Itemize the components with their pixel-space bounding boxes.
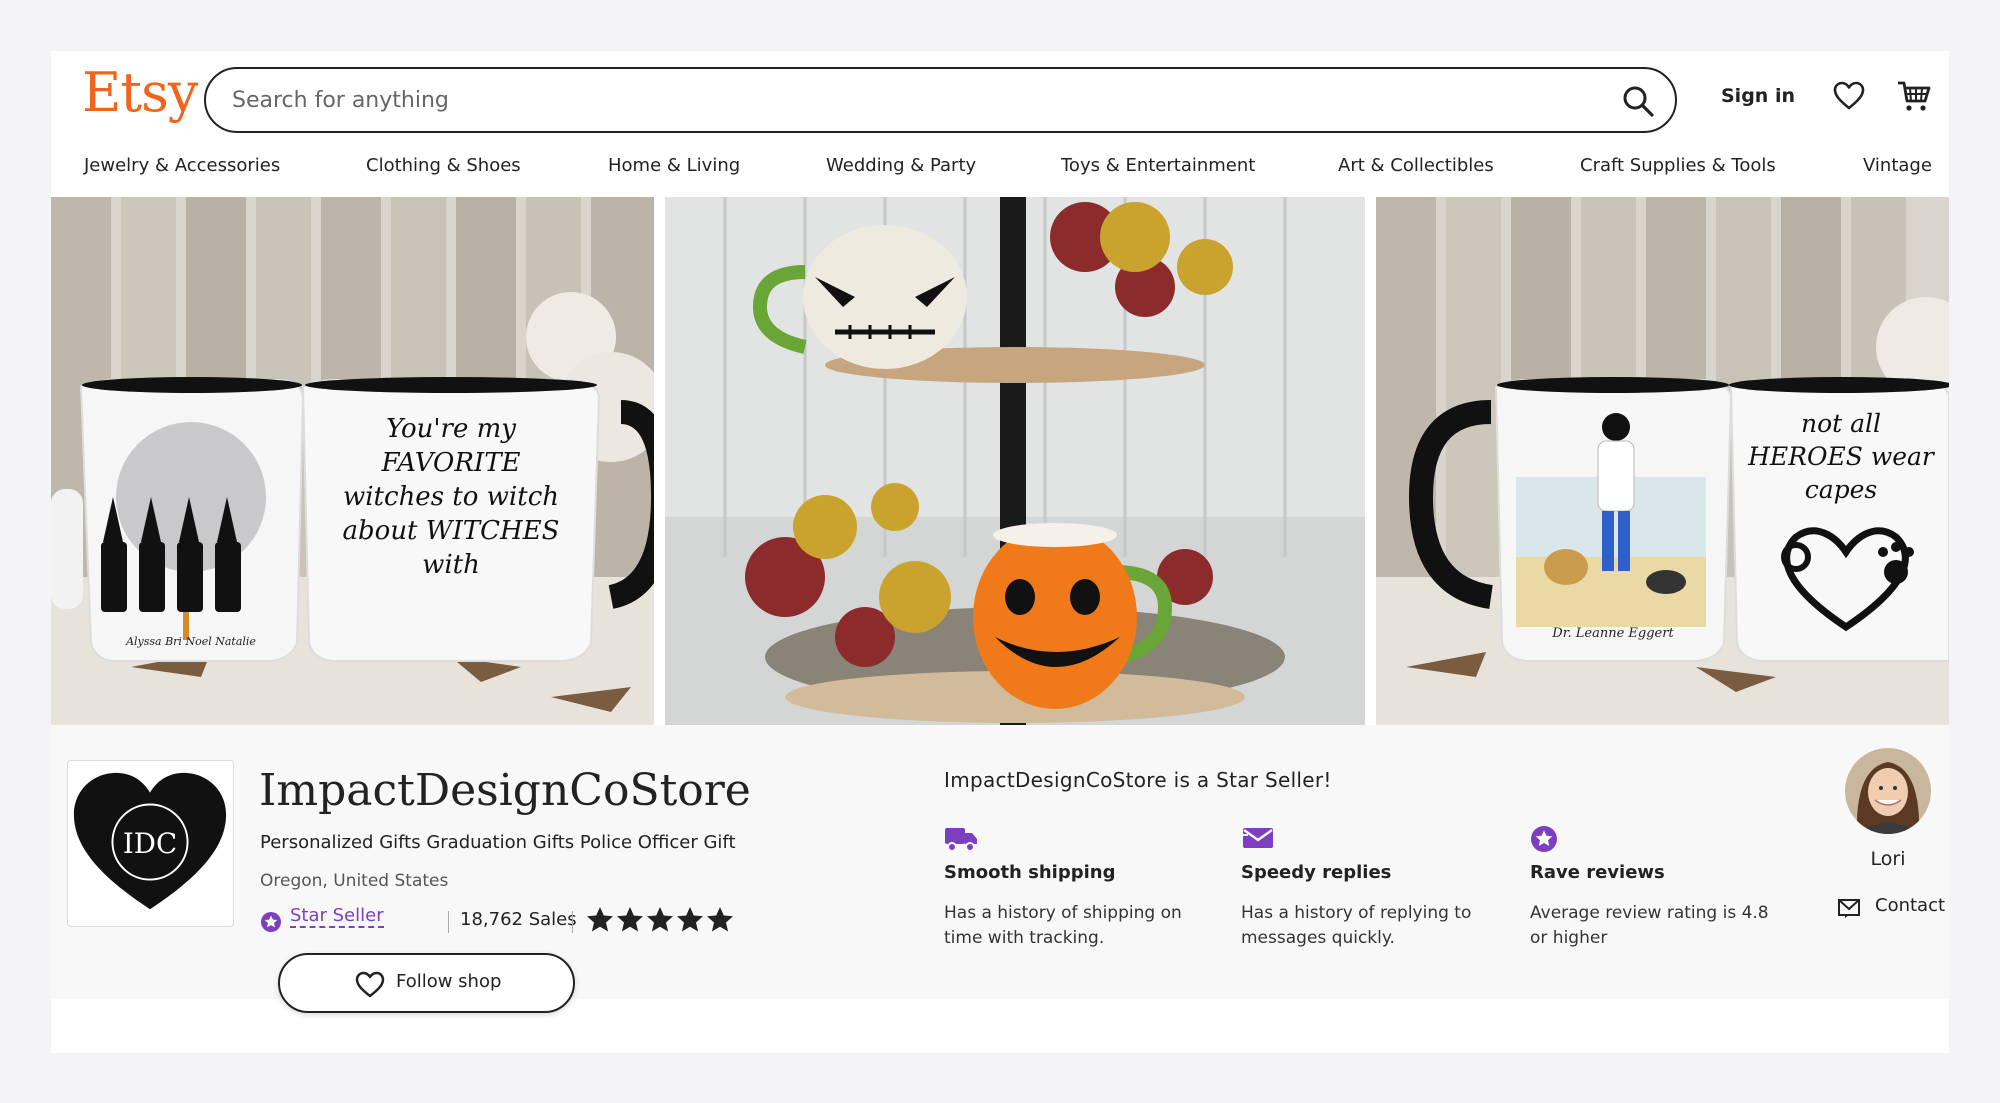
nav-item-jewelry[interactable]: Jewelry & Accessories — [84, 155, 280, 176]
truck-icon — [945, 828, 977, 852]
follow-shop-button[interactable]: Follow shop — [278, 953, 575, 1013]
mug-quote-text: You're my FAVORITE witches to witch abou… — [342, 414, 560, 580]
cart-icon[interactable] — [1896, 79, 1932, 113]
shop-info-section: IDC ImpactDesignCoStore Personalized Gif… — [51, 725, 1949, 1013]
shop-owner-avatar[interactable] — [1845, 748, 1931, 834]
mug-doctor-name-text: Dr. Leanne Eggert — [1551, 626, 1674, 641]
envelope-icon — [1838, 899, 1860, 918]
star-seller-badge-icon — [261, 912, 281, 932]
shop-name: ImpactDesignCoStore — [259, 765, 751, 816]
follow-shop-label: Follow shop — [396, 971, 502, 992]
banner-image-pumpkin-mugs — [665, 197, 1365, 725]
search-bar[interactable] — [204, 67, 1677, 133]
stats-divider — [448, 911, 449, 933]
nav-item-art[interactable]: Art & Collectibles — [1338, 155, 1494, 176]
mug-names-text: Alyssa Bri Noel Natalie — [125, 635, 256, 648]
rating-stars[interactable] — [585, 905, 735, 935]
feature-desc: Has a history of replying to messages qu… — [1241, 903, 1472, 948]
search-icon[interactable] — [1621, 84, 1655, 118]
shop-logo-initials: IDC — [123, 827, 177, 860]
shop-banner: Alyssa Bri Noel Natalie You're my FAVORI… — [51, 197, 1949, 725]
sign-in-link[interactable]: Sign in — [1721, 85, 1795, 107]
nav-item-home[interactable]: Home & Living — [608, 155, 740, 176]
feature-desc: Has a history of shipping on time with t… — [944, 903, 1182, 948]
shop-tagline: Personalized Gifts Graduation Gifts Poli… — [260, 832, 736, 853]
favorites-heart-icon[interactable] — [1833, 81, 1865, 111]
search-input[interactable] — [232, 79, 1572, 121]
nav-item-toys[interactable]: Toys & Entertainment — [1061, 155, 1255, 176]
stats-divider — [572, 911, 573, 933]
page: Etsy Sign in Jewelry & Accessories Cloth… — [51, 51, 1949, 1053]
star-seller-title: ImpactDesignCoStore is a Star Seller! — [944, 768, 1332, 792]
feature-title: Smooth shipping — [944, 862, 1116, 883]
mug-heroes-text: not all HEROES wear capes — [1748, 409, 1934, 504]
message-icon — [1241, 828, 1273, 848]
feature-desc: Average review rating is 4.8 or higher — [1530, 903, 1769, 948]
nav-item-craft[interactable]: Craft Supplies & Tools — [1580, 155, 1776, 176]
etsy-logo[interactable]: Etsy — [82, 61, 198, 124]
feature-title: Rave reviews — [1530, 862, 1665, 883]
nav-item-clothing[interactable]: Clothing & Shoes — [366, 155, 521, 176]
nav-item-wedding[interactable]: Wedding & Party — [826, 155, 976, 176]
shop-location: Oregon, United States — [260, 871, 449, 891]
heart-icon — [355, 971, 385, 998]
banner-image-heroes-mugs: Dr. Leanne Eggert not all HEROES wear ca… — [1376, 197, 1949, 725]
nav-item-vintage[interactable]: Vintage — [1863, 155, 1932, 176]
contact-label: Contact — [1875, 895, 1946, 916]
category-nav: Jewelry & Accessories Clothing & Shoes H… — [51, 155, 1949, 191]
sales-count: 18,762 Sales — [460, 909, 577, 930]
banner-image-witches-mugs: Alyssa Bri Noel Natalie You're my FAVORI… — [51, 197, 654, 725]
shop-owner-name[interactable]: Lori — [1834, 848, 1942, 870]
feature-title: Speedy replies — [1241, 862, 1392, 883]
star-badge-icon — [1531, 826, 1557, 852]
star-seller-link[interactable]: Star Seller — [290, 905, 384, 928]
shop-logo[interactable]: IDC — [67, 760, 234, 927]
